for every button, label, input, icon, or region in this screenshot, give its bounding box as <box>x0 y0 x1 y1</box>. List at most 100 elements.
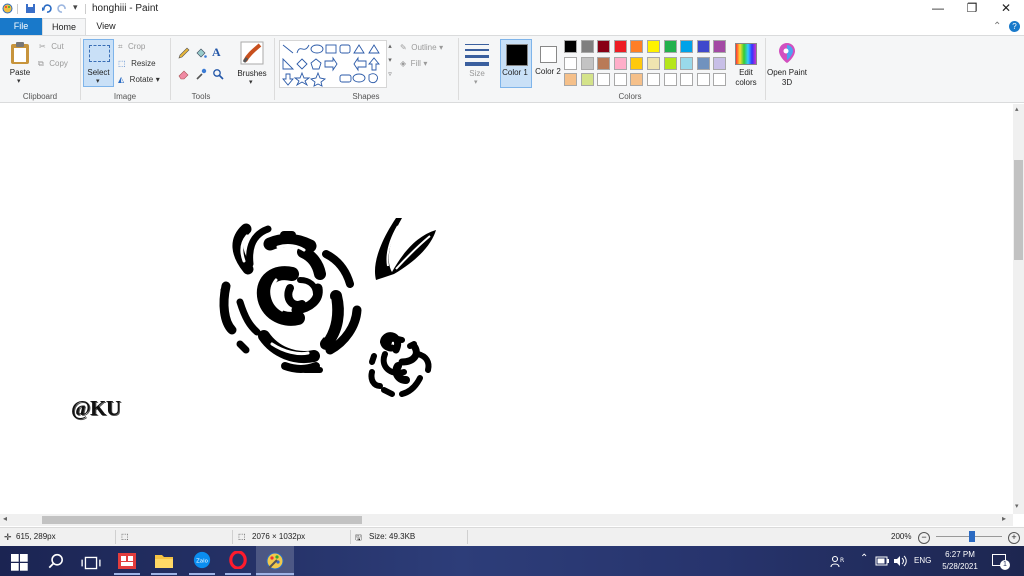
leaf-vein <box>395 235 431 270</box>
tab-view[interactable]: View <box>86 18 126 35</box>
show-hidden-icons[interactable]: ⌃ <box>860 553 868 564</box>
collapse-ribbon-icon[interactable]: ⌃ <box>993 21 1001 32</box>
brushes-dropdown-icon[interactable]: ▾ <box>249 78 253 86</box>
rose-petal <box>320 290 344 350</box>
minimize-button[interactable]: — <box>921 0 955 18</box>
palette-color-swatch[interactable] <box>696 73 710 86</box>
resize-button[interactable]: ⬚ Resize <box>118 58 156 68</box>
scroll-right-icon[interactable]: ▸ <box>1002 514 1006 523</box>
paste-dropdown-icon[interactable]: ▾ <box>17 77 21 85</box>
file-explorer-icon[interactable] <box>154 552 174 570</box>
paint-taskbar-button[interactable] <box>256 546 294 576</box>
outline-button[interactable]: ✎ Outline ▾ <box>400 42 443 52</box>
help-icon[interactable]: ? <box>1009 21 1020 32</box>
shapes-scroll[interactable]: ▴ ▾ ▿ <box>386 40 394 86</box>
horizontal-scroll-thumb[interactable] <box>42 516 362 524</box>
zalo-icon[interactable]: Zalo <box>192 551 212 569</box>
shapes-gallery[interactable] <box>279 40 387 88</box>
close-button[interactable]: ✕ <box>989 0 1023 18</box>
palette-color-swatch[interactable] <box>564 40 577 53</box>
customize-qat-icon[interactable]: ▾ <box>73 2 78 13</box>
palette-color-swatch[interactable] <box>564 56 577 70</box>
palette-color-swatch[interactable] <box>613 73 627 86</box>
zoom-slider-thumb[interactable] <box>969 531 976 542</box>
tab-file[interactable]: File <box>0 18 42 35</box>
palette-color-swatch[interactable] <box>663 73 677 86</box>
color-picker-icon[interactable] <box>195 68 207 80</box>
tab-home[interactable]: Home <box>42 18 86 35</box>
colors-group-label: Colors <box>618 92 642 101</box>
crop-icon: ⌗ <box>118 42 123 51</box>
scroll-up-icon[interactable]: ▴ <box>1015 105 1019 113</box>
input-language[interactable]: ENG <box>914 556 931 565</box>
palette-color-swatch[interactable] <box>630 40 644 53</box>
scroll-down-icon[interactable]: ▾ <box>1015 502 1019 510</box>
pencil-icon[interactable] <box>178 47 190 59</box>
palette-color-swatch[interactable] <box>630 73 644 86</box>
clock-time: 6:27 PM <box>945 550 975 559</box>
select-button[interactable]: Select ▾ <box>83 39 114 87</box>
color1-button[interactable]: Color 1 <box>500 39 532 88</box>
palette-color-swatch[interactable] <box>713 56 727 70</box>
task-view-icon[interactable] <box>81 554 101 572</box>
app-icon-red[interactable] <box>117 552 137 570</box>
save-icon[interactable] <box>25 3 36 14</box>
palette-color-swatch[interactable] <box>663 40 677 53</box>
palette-color-swatch[interactable] <box>564 73 577 86</box>
open-paint3d-button[interactable]: Open Paint 3D <box>767 39 807 89</box>
palette-color-swatch[interactable] <box>597 73 611 86</box>
zoom-in-button[interactable]: + <box>1008 532 1020 544</box>
zoom-out-button[interactable]: − <box>918 532 930 544</box>
palette-color-swatch[interactable] <box>630 56 644 70</box>
opera-icon[interactable] <box>228 551 248 569</box>
color1-swatch <box>506 44 528 66</box>
copy-button[interactable]: ⧉ Copy <box>38 58 68 69</box>
restore-button[interactable]: ❐ <box>955 0 989 18</box>
battery-icon[interactable] <box>875 556 889 566</box>
palette-color-swatch[interactable] <box>680 73 694 86</box>
cut-button[interactable]: ✂ Cut <box>39 41 64 51</box>
paste-button[interactable]: Paste ▾ <box>4 39 36 85</box>
palette-color-swatch[interactable] <box>647 56 660 70</box>
palette-color-swatch[interactable] <box>613 40 627 53</box>
canvas[interactable]: @KU <box>0 104 1013 514</box>
size-button[interactable]: Size ▾ <box>462 40 492 86</box>
fill-button[interactable]: ◈ Fill ▾ <box>400 58 427 68</box>
palette-color-swatch[interactable] <box>580 56 594 70</box>
palette-color-swatch[interactable] <box>713 40 727 53</box>
palette-color-swatch[interactable] <box>680 56 694 70</box>
palette-color-swatch[interactable] <box>647 40 660 53</box>
palette-color-swatch[interactable] <box>713 73 727 86</box>
text-tool-icon[interactable]: A <box>212 45 221 60</box>
palette-color-swatch[interactable] <box>580 40 594 53</box>
rotate-dropdown-icon[interactable]: ▾ <box>156 75 160 84</box>
palette-color-swatch[interactable] <box>597 40 611 53</box>
palette-color-swatch[interactable] <box>680 40 694 53</box>
paint3d-icon <box>779 43 795 63</box>
color2-button[interactable]: Color 2 <box>534 39 562 88</box>
palette-color-swatch[interactable] <box>663 56 677 70</box>
magnifier-icon[interactable] <box>212 68 224 80</box>
palette-color-swatch[interactable] <box>597 56 611 70</box>
vertical-scroll-thumb[interactable] <box>1014 160 1023 260</box>
palette-color-swatch[interactable] <box>696 40 710 53</box>
palette-color-swatch[interactable] <box>613 56 627 70</box>
eraser-icon[interactable] <box>178 68 190 80</box>
edit-colors-button[interactable]: Edit colors <box>731 39 761 89</box>
palette-color-swatch[interactable] <box>647 73 660 86</box>
redo-icon[interactable] <box>57 3 68 14</box>
rotate-button[interactable]: ◭ Rotate ▾ <box>118 74 160 84</box>
brushes-button[interactable]: Brushes ▾ <box>235 39 269 87</box>
people-icon[interactable]: R <box>830 555 844 568</box>
crop-button[interactable]: ⌗ Crop <box>118 41 145 52</box>
clock[interactable]: 6:27 PM 5/28/2021 <box>936 549 984 573</box>
select-dropdown-icon[interactable]: ▾ <box>96 77 100 85</box>
palette-color-swatch[interactable] <box>580 73 594 86</box>
volume-icon[interactable] <box>893 555 907 567</box>
fill-bucket-icon[interactable] <box>195 47 207 59</box>
scroll-left-icon[interactable]: ◂ <box>3 514 7 523</box>
undo-icon[interactable] <box>41 3 52 14</box>
palette-color-swatch[interactable] <box>696 56 710 70</box>
windows-start-icon[interactable] <box>10 554 30 572</box>
search-icon[interactable] <box>46 553 66 571</box>
